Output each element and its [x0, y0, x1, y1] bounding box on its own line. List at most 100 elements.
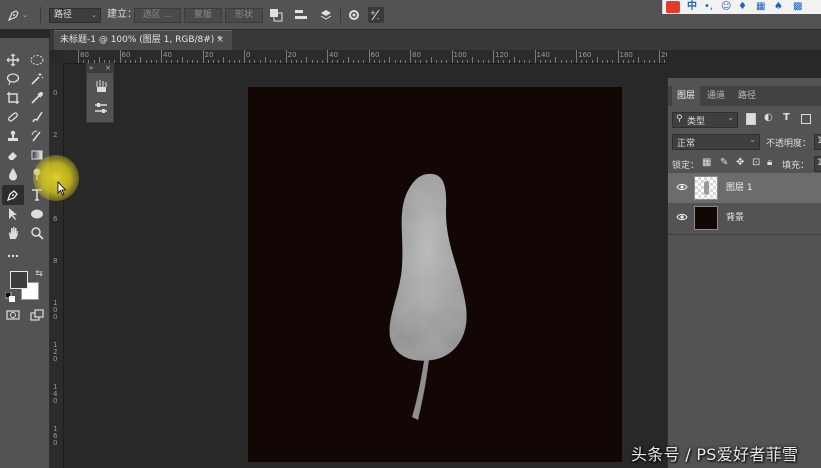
- leaf-shape[interactable]: [248, 87, 622, 462]
- document-tab-title: 未标题-1 @ 100% (图层 1, RGB/8#) *: [60, 35, 222, 45]
- lock-transparent-icon[interactable]: ▦: [702, 157, 711, 168]
- blend-row: 正常 ⌄ 不透明度： 10: [668, 134, 821, 150]
- make-mask-button[interactable]: 蒙版: [184, 8, 222, 23]
- make-shape-button[interactable]: 形状: [225, 8, 263, 23]
- type-filter-icon[interactable]: T: [783, 112, 790, 123]
- eraser-tool-icon[interactable]: [4, 147, 22, 163]
- adjustment-filter-icon[interactable]: ◐: [764, 112, 773, 123]
- pixel-filter-icon[interactable]: [746, 113, 756, 125]
- shape-filter-icon[interactable]: [801, 114, 811, 124]
- vertical-ruler: 02468100120140160: [50, 64, 64, 468]
- ruler-tick: [503, 60, 505, 63]
- visibility-eye-icon[interactable]: [676, 211, 688, 223]
- move-tool-icon[interactable]: [4, 52, 22, 68]
- ruler-tick: [399, 60, 401, 63]
- close-icon[interactable]: ×: [216, 31, 224, 49]
- lock-image-icon[interactable]: ✎: [720, 157, 728, 168]
- foreground-color-swatch[interactable]: [10, 271, 28, 289]
- screen-mode-icon[interactable]: [28, 307, 46, 323]
- horizontal-ruler: 8060402002040608010012014016018020022024…: [64, 50, 667, 64]
- ruler-tick: [560, 60, 562, 63]
- input-mode-label[interactable]: 中: [687, 0, 697, 14]
- quick-mask-icon[interactable]: [4, 307, 22, 323]
- panel-dock-header[interactable]: » ×: [86, 63, 114, 73]
- ruler-tick: [332, 60, 334, 63]
- more-tools-icon[interactable]: [4, 248, 22, 264]
- tab-layers[interactable]: 图层: [672, 86, 701, 106]
- ruler-tick: [197, 60, 199, 63]
- swap-colors-icon[interactable]: ⇆: [30, 266, 48, 282]
- path-operations-icon[interactable]: [268, 7, 284, 23]
- microphone-icon[interactable]: ♦: [738, 0, 747, 14]
- leaf-thumbnail-shape: [704, 181, 709, 195]
- ruler-tick: [114, 60, 116, 63]
- ruler-tick: [202, 50, 204, 63]
- visibility-eye-icon[interactable]: [676, 181, 688, 193]
- ruler-tick: [321, 60, 323, 63]
- brush-tool-icon[interactable]: [28, 109, 46, 125]
- brush-presets-icon[interactable]: [92, 78, 110, 94]
- lock-all-icon[interactable]: 🔒︎: [767, 157, 772, 168]
- lock-artboard-icon[interactable]: ⊡: [752, 157, 760, 168]
- layer-name[interactable]: 背景: [726, 203, 744, 233]
- layer-row-layer-1[interactable]: 图层 1: [668, 173, 821, 203]
- layer-thumbnail[interactable]: [694, 176, 718, 200]
- history-brush-tool-icon[interactable]: [28, 128, 46, 144]
- ruler-top-label: 80: [412, 51, 421, 59]
- filter-kind-dropdown[interactable]: ⚲ 类型 ⌄: [672, 112, 738, 128]
- crop-tool-icon[interactable]: [4, 90, 22, 106]
- document-tab[interactable]: 未标题-1 @ 100% (图层 1, RGB/8#) * ×: [54, 30, 232, 50]
- lasso-tool-icon[interactable]: [4, 71, 22, 87]
- close-panel-icon[interactable]: ×: [105, 63, 111, 73]
- ruler-tick: [565, 60, 567, 63]
- fill-input[interactable]: 1: [814, 156, 821, 172]
- punctuation-icon[interactable]: •,: [704, 0, 713, 14]
- blend-mode-dropdown[interactable]: 正常 ⌄: [672, 134, 760, 150]
- marquee-tool-icon[interactable]: [28, 52, 46, 68]
- blur-tool-icon[interactable]: [4, 166, 22, 182]
- path-alignment-icon[interactable]: [293, 7, 309, 23]
- lock-position-icon[interactable]: ✥: [736, 157, 744, 168]
- ruler-tick: [555, 57, 557, 63]
- pen-tool-icon[interactable]: [4, 187, 22, 203]
- sogou-logo-icon[interactable]: [666, 1, 680, 13]
- ruler-left-label: 8: [53, 257, 58, 265]
- clone-stamp-tool-icon[interactable]: [4, 128, 22, 144]
- healing-brush-tool-icon[interactable]: [4, 109, 22, 125]
- auto-add-delete-icon[interactable]: + -: [368, 7, 384, 23]
- layer-row-background[interactable]: 背景: [668, 203, 821, 233]
- layer-name[interactable]: 图层 1: [726, 173, 753, 203]
- ruler-tick: [430, 57, 432, 63]
- path-arrangement-icon[interactable]: [318, 7, 334, 23]
- zoom-tool-icon[interactable]: [28, 225, 46, 241]
- pen-tool-preset-icon[interactable]: [6, 7, 22, 23]
- ruler-tick: [316, 60, 318, 63]
- emoji-icon[interactable]: ☺: [721, 0, 731, 14]
- magic-wand-tool-icon[interactable]: [28, 71, 46, 87]
- expand-panel-icon[interactable]: »: [89, 63, 93, 73]
- ruler-tick: [420, 60, 422, 63]
- ruler-tick: [358, 60, 360, 63]
- hand-tool-icon[interactable]: [4, 225, 22, 241]
- eyedropper-tool-icon[interactable]: [28, 90, 46, 106]
- opacity-input[interactable]: 10: [814, 134, 821, 150]
- skin-icon[interactable]: ♠: [774, 0, 783, 14]
- tool-mode-dropdown[interactable]: 路径 ⌄: [49, 8, 101, 23]
- cursor-highlight: [33, 155, 79, 201]
- path-selection-tool-icon[interactable]: [4, 206, 22, 222]
- ruler-tick: [228, 60, 230, 63]
- tab-paths[interactable]: 路径: [733, 86, 761, 106]
- gear-icon[interactable]: [346, 7, 362, 23]
- layer-thumbnail[interactable]: [694, 206, 718, 230]
- default-colors-icon[interactable]: [4, 290, 15, 302]
- properties-icon[interactable]: [92, 100, 110, 116]
- ellipse-tool-icon[interactable]: [28, 206, 46, 222]
- ruler-tick: [477, 60, 479, 63]
- document-canvas[interactable]: [248, 87, 622, 462]
- make-selection-button[interactable]: 选区 ...: [134, 8, 181, 23]
- layer-filter-row: ⚲ 类型 ⌄ ◐ T: [668, 112, 821, 128]
- toolbox-icon[interactable]: ▩: [793, 0, 802, 14]
- preset-caret-icon[interactable]: ⌄: [22, 0, 28, 30]
- keyboard-icon[interactable]: ▦: [756, 0, 765, 14]
- tab-channels[interactable]: 通道: [702, 86, 730, 106]
